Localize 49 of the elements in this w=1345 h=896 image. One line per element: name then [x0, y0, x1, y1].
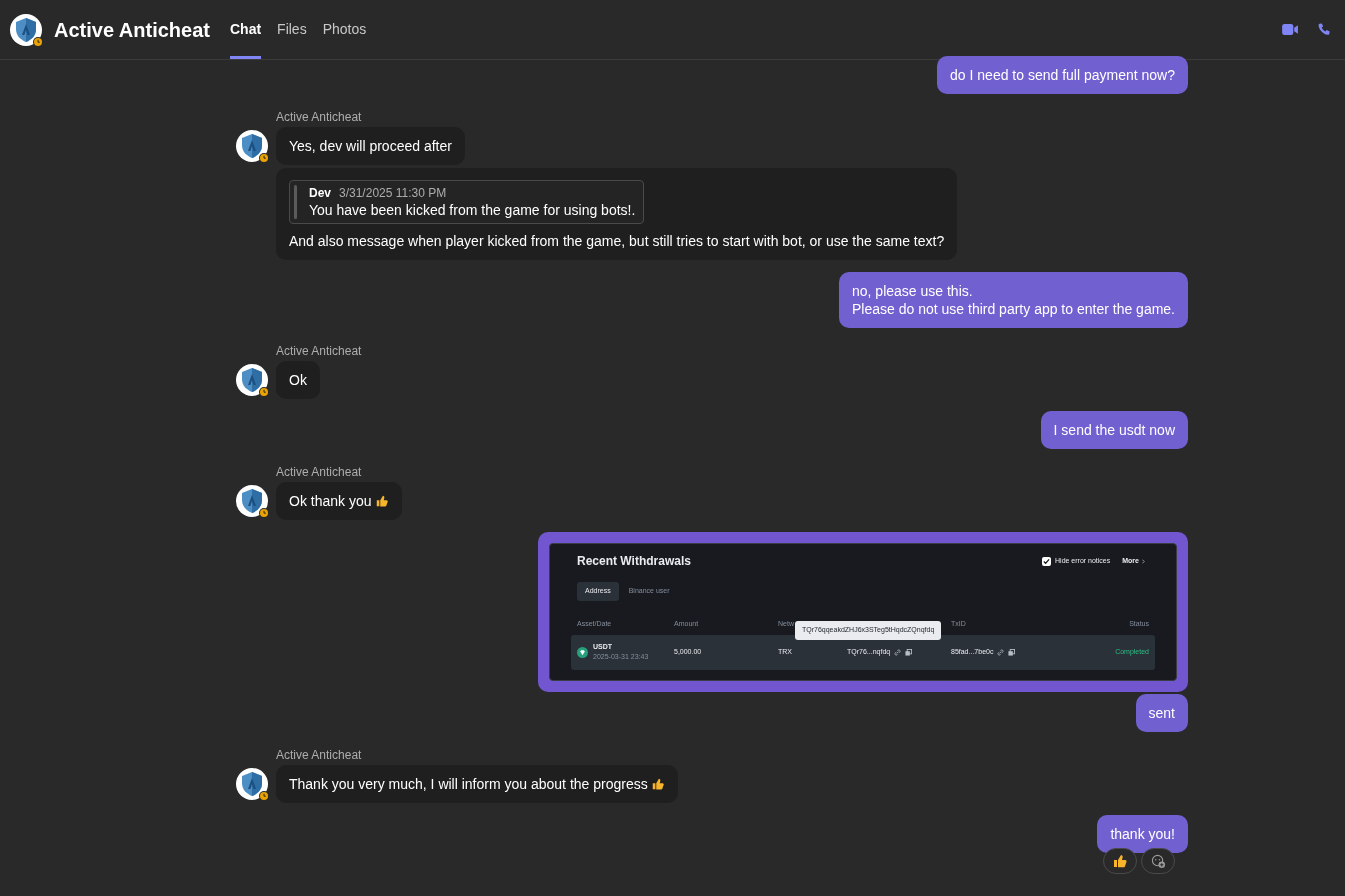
message-bubble: I send the usdt now	[1040, 411, 1188, 449]
tab[interactable]: Photos	[322, 0, 367, 59]
quote-time: 3/31/2025 11:30 PM	[339, 185, 447, 201]
copy-icon	[905, 648, 913, 656]
quote-author: Dev	[309, 185, 331, 201]
message-bubble: no, please use this. Please do not use third party app to enter the game.	[839, 272, 1188, 328]
add-emoji-icon	[1150, 853, 1166, 869]
message-bubble: thank you!	[1097, 815, 1188, 853]
message-text: And also message when player kicked from the game, but still tries to start with bot, or use the same text?	[289, 232, 945, 250]
link-icon	[997, 648, 1005, 656]
sender-name: Active Anticheat	[276, 465, 363, 479]
tab[interactable]: Chat	[229, 0, 262, 59]
sender-name: Active Anticheat	[276, 344, 363, 358]
reaction-button[interactable]	[1103, 848, 1137, 874]
shield-avatar-icon	[236, 485, 268, 517]
clock-status-icon	[259, 153, 269, 163]
video-call-button[interactable]	[1282, 23, 1299, 36]
reaction-button[interactable]	[1141, 848, 1175, 874]
shield-avatar-icon	[236, 768, 268, 800]
thumbs-up-icon	[650, 777, 665, 791]
message-bubble: Yes, dev will proceed after	[276, 127, 465, 165]
copy-icon	[1008, 648, 1016, 656]
message-bubble: Ok	[276, 361, 320, 399]
link-icon	[894, 648, 902, 656]
shield-avatar-icon	[236, 130, 268, 162]
clock-status-icon	[33, 36, 43, 47]
clock-status-icon	[259, 387, 269, 397]
sender-name: Active Anticheat	[276, 110, 363, 124]
shield-avatar-icon	[236, 364, 268, 396]
sender-name: Active Anticheat	[276, 748, 363, 762]
shield-avatar-icon	[10, 13, 42, 46]
tab[interactable]: Files	[277, 0, 307, 59]
screenshot-title: Recent Withdrawals	[577, 553, 691, 570]
message-bubble: Thank you very much, I will inform you about the progress	[276, 765, 678, 803]
phone-icon	[1317, 22, 1331, 37]
checkbox[interactable]	[1042, 556, 1051, 566]
chevron-icon	[1142, 558, 1145, 564]
quote-text: You have been kicked from the game for using bots!.	[309, 201, 636, 219]
message-bubble: do I need to send full payment now?	[937, 56, 1188, 94]
chat-title: Active Anticheat	[54, 17, 210, 43]
video-camera-icon	[1282, 23, 1299, 36]
message-bubble: Ok thank you	[276, 482, 402, 520]
audio-call-button[interactable]	[1317, 22, 1331, 37]
message-bubble: sent	[1135, 694, 1188, 732]
diamond-coin-icon	[577, 646, 588, 658]
thumbs-up-icon	[374, 494, 389, 508]
clock-status-icon	[259, 791, 269, 801]
thumbs-up-icon	[1112, 853, 1128, 869]
clock-status-icon	[259, 508, 269, 518]
